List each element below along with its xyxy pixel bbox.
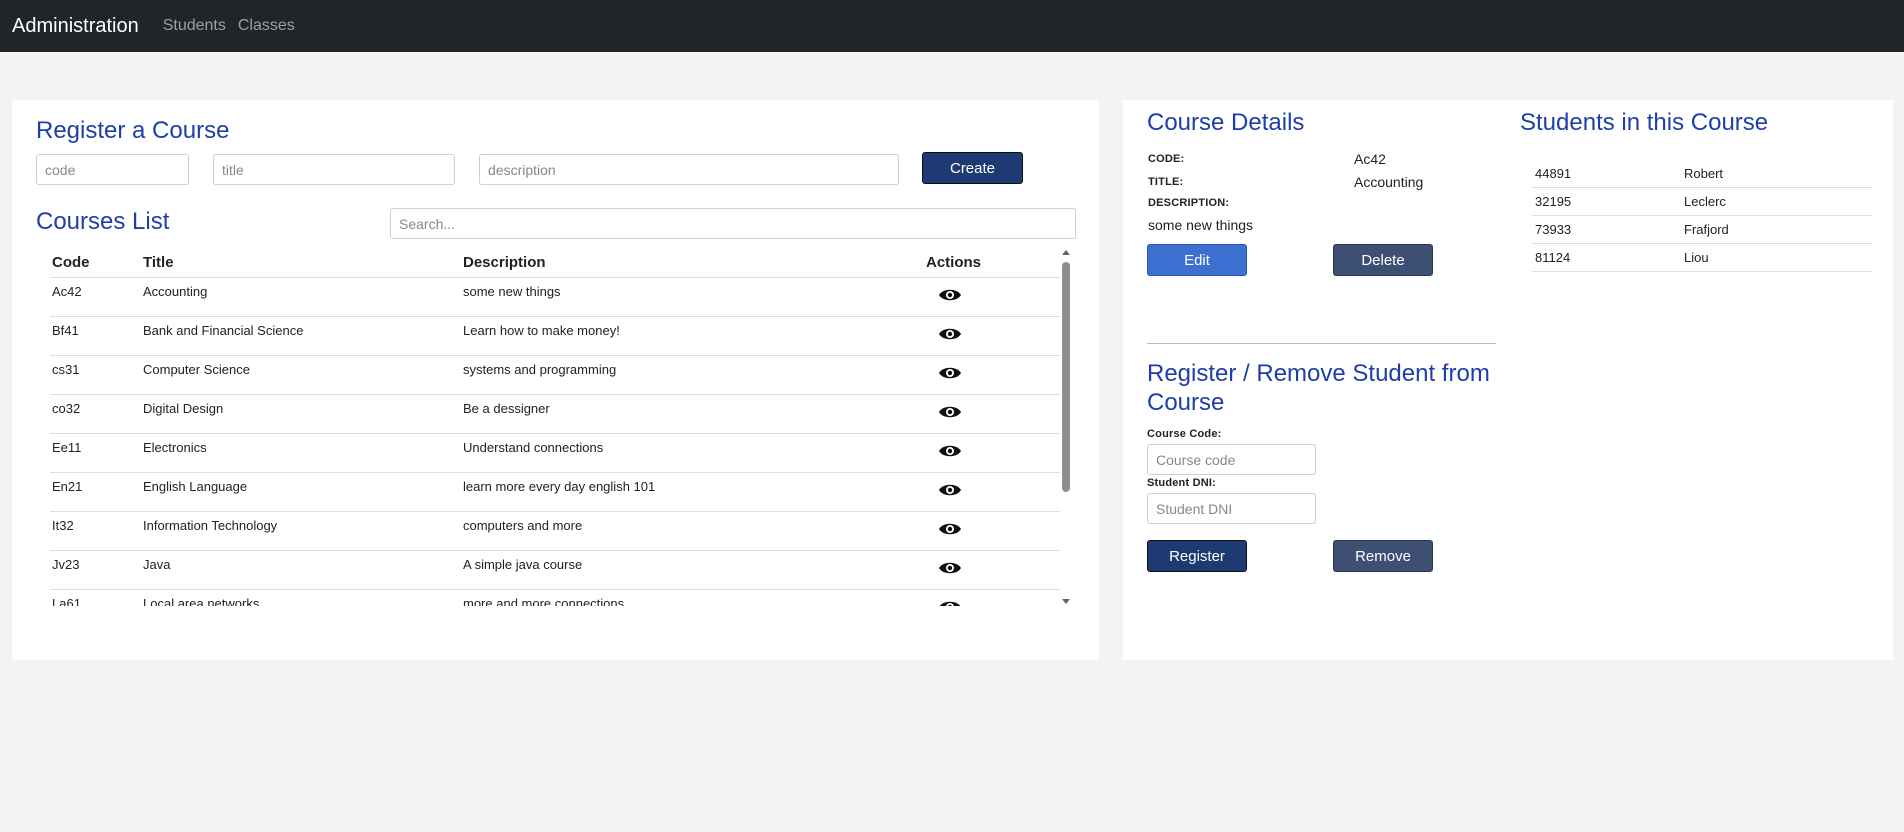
code-label: CODE: xyxy=(1148,153,1185,165)
cell-title: Information Technology xyxy=(143,518,278,533)
header-actions: Actions xyxy=(926,254,982,271)
student-dni: 44891 xyxy=(1535,166,1572,181)
courses-panel: Register a Course Create Courses List Co… xyxy=(12,100,1099,660)
student-dni: 73933 xyxy=(1535,222,1572,237)
register-course-title: Register a Course xyxy=(36,117,230,144)
table-row: co32 Digital Design Be a dessigner xyxy=(50,395,1060,434)
student-dni-label: Student DNI: xyxy=(1147,477,1217,489)
students-in-course-title: Students in this Course xyxy=(1520,109,1769,136)
title-label: TITLE: xyxy=(1148,176,1184,188)
scroll-down-icon[interactable] xyxy=(1062,599,1070,604)
cell-code: cs31 xyxy=(52,362,80,377)
scroll-up-icon[interactable] xyxy=(1062,250,1070,255)
title-value: Accounting xyxy=(1354,174,1424,190)
table-row: 44891 Robert xyxy=(1532,160,1872,188)
description-label: DESCRIPTION: xyxy=(1148,197,1230,209)
cell-title: Computer Science xyxy=(143,362,250,377)
navbar: Administration Students Classes xyxy=(0,0,1904,52)
cell-code: Bf41 xyxy=(52,323,79,338)
cell-title: Bank and Financial Science xyxy=(143,323,304,338)
courses-table: Code Title Description Actions Ac42 Acco… xyxy=(50,248,1085,606)
course-title-input[interactable] xyxy=(213,154,455,185)
student-name: Frafjord xyxy=(1684,222,1729,237)
eye-icon[interactable] xyxy=(938,521,962,537)
cell-title: Local area networks xyxy=(143,596,260,606)
cell-code: Ee11 xyxy=(52,440,82,455)
header-title: Title xyxy=(143,254,174,271)
register-student-button[interactable]: Register xyxy=(1147,540,1247,572)
cell-title: English Language xyxy=(143,479,248,494)
course-code-label: Course Code: xyxy=(1147,428,1222,440)
code-value: Ac42 xyxy=(1354,151,1386,167)
cell-title: Java xyxy=(143,557,171,572)
edit-course-button[interactable]: Edit xyxy=(1147,244,1247,276)
create-course-button[interactable]: Create xyxy=(922,152,1023,184)
eye-icon[interactable] xyxy=(938,326,962,342)
student-dni: 81124 xyxy=(1535,250,1571,265)
divider xyxy=(1147,343,1496,344)
cell-description: systems and programming xyxy=(463,362,617,377)
register-student-title: Register / Remove Student from Course xyxy=(1147,360,1490,416)
cell-code: It32 xyxy=(52,518,74,533)
course-code-input[interactable] xyxy=(36,154,189,185)
students-table: 44891 Robert 32195 Leclerc 73933 Frafjor… xyxy=(1520,160,1900,300)
table-row: Bf41 Bank and Financial Science Learn ho… xyxy=(50,317,1060,356)
table-row: Ac42 Accounting some new things xyxy=(50,278,1060,317)
eye-icon[interactable] xyxy=(938,365,962,381)
course-code-field[interactable] xyxy=(1147,444,1316,475)
table-row: Ee11 Electronics Understand connections xyxy=(50,434,1060,473)
header-description: Description xyxy=(463,254,546,271)
table-row: En21 English Language learn more every d… xyxy=(50,473,1060,512)
cell-description: Learn how to make money! xyxy=(463,323,620,338)
table-row: 73933 Frafjord xyxy=(1532,216,1872,244)
table-row: 32195 Leclerc xyxy=(1532,188,1872,216)
cell-description: learn more every day english 101 xyxy=(463,479,656,494)
cell-code: co32 xyxy=(52,401,81,416)
cell-code: En21 xyxy=(52,479,83,494)
table-row: Jv23 Java A simple java course xyxy=(50,551,1060,590)
course-description-input[interactable] xyxy=(479,154,899,185)
table-row: cs31 Computer Science systems and progra… xyxy=(50,356,1060,395)
cell-title: Electronics xyxy=(143,440,207,455)
eye-icon[interactable] xyxy=(938,443,962,459)
details-panel: Course Details CODE: Ac42 TITLE: Account… xyxy=(1123,100,1893,660)
student-dni-field[interactable] xyxy=(1147,493,1316,524)
cell-code: Jv23 xyxy=(52,557,80,572)
cell-description: A simple java course xyxy=(463,557,583,572)
cell-title: Digital Design xyxy=(143,401,224,416)
description-value: some new things xyxy=(1148,217,1254,233)
eye-icon[interactable] xyxy=(938,560,962,576)
table-row: 81124 Liou xyxy=(1532,244,1872,272)
student-name: Robert xyxy=(1684,166,1724,181)
cell-description: some new things xyxy=(463,284,561,299)
courses-list-title: Courses List xyxy=(36,208,170,235)
nav-link-students[interactable]: Students xyxy=(163,17,226,35)
nav-link-classes[interactable]: Classes xyxy=(238,17,295,35)
scroll-thumb[interactable] xyxy=(1062,262,1070,492)
student-dni: 32195 xyxy=(1535,194,1572,209)
remove-student-button[interactable]: Remove xyxy=(1333,540,1433,572)
cell-title: Accounting xyxy=(143,284,208,299)
brand-link[interactable]: Administration xyxy=(12,15,139,38)
cell-description: Be a dessigner xyxy=(463,401,550,416)
table-row: La61 Local area networks more and more c… xyxy=(50,590,1060,606)
eye-icon[interactable] xyxy=(938,287,962,303)
table-row: It32 Information Technology computers an… xyxy=(50,512,1060,551)
table-header: Code Title Description Actions xyxy=(50,248,1060,278)
eye-icon[interactable] xyxy=(938,404,962,420)
cell-description: computers and more xyxy=(463,518,583,533)
table-scrollbar[interactable] xyxy=(1060,248,1072,606)
eye-icon[interactable] xyxy=(938,482,962,498)
student-name: Liou xyxy=(1684,250,1709,265)
header-code: Code xyxy=(52,254,90,271)
delete-course-button[interactable]: Delete xyxy=(1333,244,1433,276)
cell-code: La61 xyxy=(52,596,81,606)
cell-description: more and more connections xyxy=(463,596,625,606)
course-details-title: Course Details xyxy=(1147,109,1305,136)
eye-icon[interactable] xyxy=(938,599,962,606)
cell-description: Understand connections xyxy=(463,440,604,455)
course-search-input[interactable] xyxy=(390,208,1076,239)
cell-code: Ac42 xyxy=(52,284,82,299)
student-name: Leclerc xyxy=(1684,194,1726,209)
